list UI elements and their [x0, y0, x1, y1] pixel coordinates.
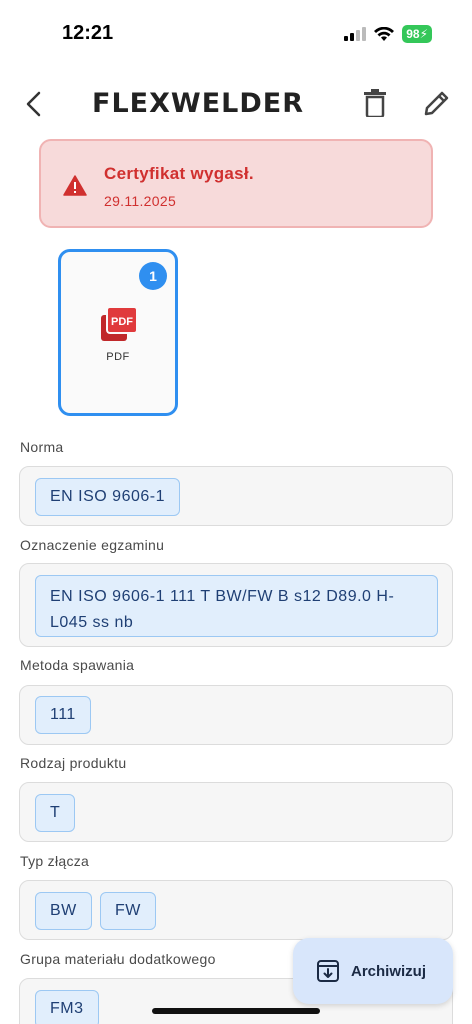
bolt-icon: ⚡ — [419, 27, 428, 41]
norma-label: Norma — [20, 439, 64, 455]
archive-button[interactable]: Archiwizuj — [293, 938, 453, 1004]
chevron-left-icon — [26, 91, 41, 117]
battery-level: 98 — [406, 27, 420, 41]
status-time: 12:21 — [62, 22, 114, 44]
oznaczenie-field[interactable]: EN ISO 9606-1 111 T BW/FW B s12 D89.0 H-… — [19, 563, 453, 647]
alert-date: 29.11.2025 — [104, 193, 177, 209]
rodzaj-field[interactable]: T — [19, 782, 453, 842]
header: FLEXWELDER — [0, 78, 472, 130]
logo: FLEXWELDER — [92, 88, 304, 119]
expired-alert: Certyfikat wygasł. 29.11.2025 — [39, 139, 433, 228]
grupa-label: Grupa materiału dodatkowego — [20, 951, 216, 967]
oznaczenie-label: Oznaczenie egzaminu — [20, 537, 165, 553]
metoda-label: Metoda spawania — [20, 657, 135, 673]
svg-text:PDF: PDF — [111, 316, 133, 328]
pencil-icon — [424, 91, 449, 116]
norma-field[interactable]: EN ISO 9606-1 — [19, 466, 453, 526]
archive-icon — [317, 960, 339, 982]
rodzaj-chip: T — [35, 794, 76, 832]
archive-button-label: Archiwizuj — [351, 962, 427, 980]
battery-indicator: 98 ⚡ — [402, 25, 432, 43]
signal-icon — [344, 27, 367, 41]
status-icons: 98 ⚡ — [344, 25, 432, 43]
norma-chip: EN ISO 9606-1 — [35, 478, 180, 516]
typ-field[interactable]: BW FW — [19, 880, 453, 940]
grupa-chip: FM3 — [35, 990, 99, 1024]
warning-icon — [63, 175, 87, 196]
metoda-field[interactable]: 111 — [19, 685, 453, 745]
typ-chip-bw: BW — [35, 892, 92, 930]
wifi-icon — [374, 26, 395, 41]
status-bar: 12:21 98 ⚡ — [0, 0, 472, 60]
typ-label: Typ złącza — [20, 853, 90, 869]
oznaczenie-chip: EN ISO 9606-1 111 T BW/FW B s12 D89.0 H-… — [35, 575, 438, 637]
home-indicator — [152, 1008, 320, 1014]
attachment-count-badge: 1 — [139, 262, 167, 290]
typ-chip-fw: FW — [100, 892, 156, 930]
rodzaj-label: Rodzaj produktu — [20, 755, 127, 771]
trash-icon — [364, 89, 386, 117]
back-button[interactable] — [18, 88, 50, 120]
delete-button[interactable] — [358, 86, 392, 120]
attachment-type-label: PDF — [106, 351, 130, 363]
edit-button[interactable] — [420, 86, 454, 120]
metoda-chip: 111 — [35, 696, 91, 734]
pdf-icon: PDF — [101, 307, 137, 341]
attachment-card[interactable]: 1 PDF PDF — [58, 249, 178, 416]
alert-title: Certyfikat wygasł. — [104, 164, 254, 183]
